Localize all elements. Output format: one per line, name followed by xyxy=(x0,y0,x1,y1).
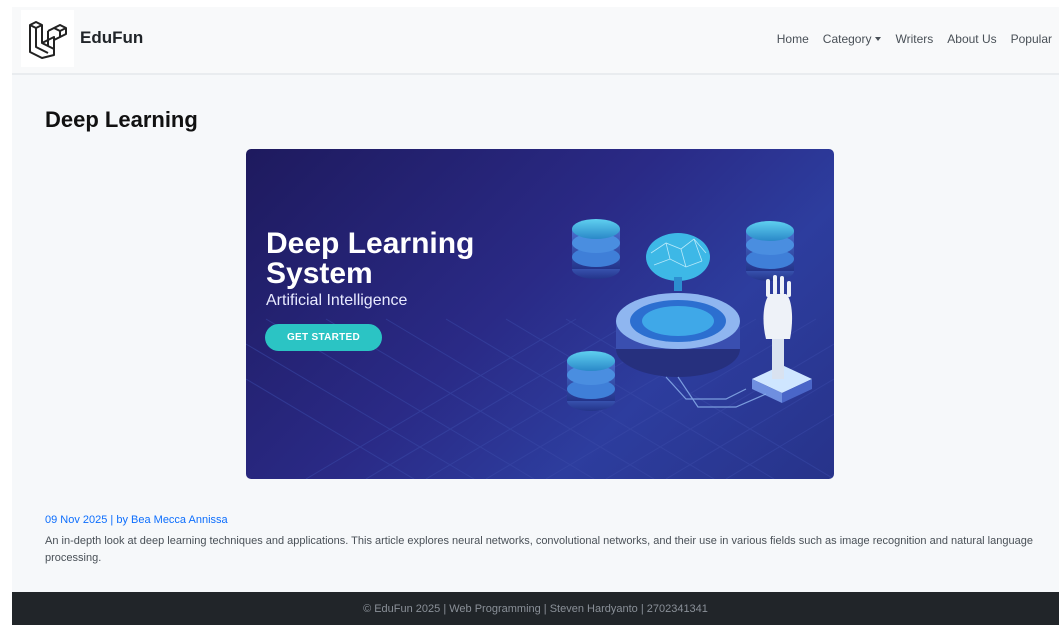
caret-down-icon xyxy=(875,37,882,41)
article-meta[interactable]: 09 Nov 2025 | by Bea Mecca Annissa xyxy=(45,514,228,526)
brand-name[interactable]: EduFun xyxy=(80,28,143,48)
navbar: EduFun Home Category Writers About Us Po… xyxy=(12,7,1059,75)
brain-icon xyxy=(646,233,710,291)
article-banner-image: Deep Learning System Artificial Intellig… xyxy=(246,149,834,479)
get-started-button: GET STARTED xyxy=(265,324,382,351)
banner-subtitle: Artificial Intelligence xyxy=(266,292,408,309)
nav-item-writers[interactable]: Writers xyxy=(888,32,940,46)
robot-hand-icon xyxy=(752,275,812,403)
nav-item-popular[interactable]: Popular xyxy=(1004,32,1059,46)
article-description: An in-depth look at deep learning techni… xyxy=(45,535,1033,564)
laravel-logo-icon xyxy=(28,20,67,59)
nav-menu: Home Category Writers About Us Popular xyxy=(770,32,1059,46)
banner-headline: Deep Learning System xyxy=(266,227,475,290)
server-stack-icon xyxy=(572,219,620,279)
nav-item-category-label: Category xyxy=(822,32,872,46)
ai-illustration xyxy=(246,219,834,479)
page: EduFun Home Category Writers About Us Po… xyxy=(12,7,1059,625)
nav-item-category[interactable]: Category xyxy=(816,32,889,46)
footer-text: © EduFun 2025 | Web Programming | Steven… xyxy=(363,602,708,615)
nav-item-home[interactable]: Home xyxy=(770,32,816,46)
nav-item-about-us[interactable]: About Us xyxy=(940,32,1003,46)
page-title: Deep Learning xyxy=(45,107,198,132)
brand-logo[interactable] xyxy=(21,10,74,67)
footer: © EduFun 2025 | Web Programming | Steven… xyxy=(12,592,1059,625)
platform-icon xyxy=(616,293,740,377)
